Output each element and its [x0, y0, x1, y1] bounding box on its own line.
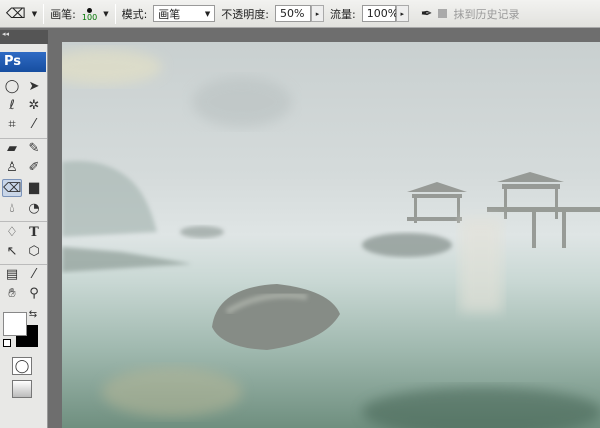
opacity-label: 不透明度: [221, 7, 270, 21]
far-island [62, 161, 157, 237]
document-canvas[interactable] [62, 42, 600, 428]
divider [0, 221, 47, 222]
lasso-icon[interactable]: ℓ [2, 97, 22, 115]
opacity-input[interactable]: 50% [275, 5, 312, 22]
chevron-down-icon: ▼ [204, 9, 211, 18]
divider [0, 138, 47, 139]
path-selection-icon[interactable]: ↖ [2, 243, 22, 261]
gradient-icon[interactable]: ▆ [24, 179, 44, 197]
flow-input[interactable]: 100% [361, 5, 399, 22]
healing-brush-icon[interactable]: ▰ [2, 140, 22, 158]
mode-label: 模式: [121, 7, 148, 21]
toolbox-header[interactable]: ◂◂ [0, 30, 48, 44]
eraser-icon[interactable]: ⌫ [2, 179, 22, 197]
quick-mask-icon[interactable]: ◯ [12, 357, 32, 375]
divider [114, 3, 116, 24]
brush-label: 画笔: [50, 7, 76, 21]
zoom-icon[interactable]: ⚲ [24, 285, 44, 303]
chevron-down-icon[interactable]: ▼ [32, 10, 37, 18]
type-icon[interactable]: T [24, 224, 44, 242]
hand-icon[interactable]: ✋︎ [2, 285, 22, 303]
flow-slider-button[interactable]: ▸ [395, 5, 409, 22]
chevron-down-icon[interactable]: ▼ [103, 10, 108, 18]
blur-icon[interactable]: 💧︎ [2, 200, 22, 218]
photoshop-logo: Ps [0, 52, 46, 72]
foreground-color-swatch[interactable] [3, 312, 27, 336]
eraser-tool-preset-icon[interactable]: ⌫ [6, 6, 26, 22]
default-colors-icon[interactable] [3, 339, 11, 347]
swap-colors-icon[interactable]: ⇆ [26, 306, 40, 324]
move-tool-icon[interactable]: ➤ [24, 78, 44, 96]
brush-picker[interactable]: 100 [82, 6, 97, 22]
crop-icon[interactable]: ⌗ [2, 116, 22, 134]
opacity-value: 50% [280, 7, 305, 20]
pen-icon[interactable]: ♢ [2, 224, 22, 242]
erase-to-history-label: 抹到历史记录 [453, 7, 520, 21]
mode-value: 画笔 [158, 7, 181, 21]
elliptical-marquee-icon[interactable]: ◯ [2, 78, 22, 96]
eyedropper-icon[interactable]: ⁄ [24, 266, 44, 284]
brush-icon[interactable]: ✎ [24, 140, 44, 158]
divider [0, 264, 47, 265]
notes-icon[interactable]: ▤ [2, 266, 22, 284]
flow-value: 100% [366, 7, 399, 20]
shape-icon[interactable]: ⬡ [24, 243, 44, 261]
mode-select[interactable]: 画笔 ▼ [153, 5, 216, 22]
dodge-icon[interactable]: ◔ [24, 200, 44, 218]
clone-stamp-icon[interactable]: ♙ [2, 159, 22, 177]
flow-label: 流量: [330, 7, 356, 21]
slice-icon[interactable]: ⁄ [24, 116, 44, 134]
erase-to-history-checkbox[interactable] [438, 9, 448, 18]
divider [43, 3, 45, 24]
opacity-slider-button[interactable]: ▸ [311, 5, 325, 22]
screen-mode-icon[interactable] [12, 380, 32, 398]
brush-size: 100 [81, 12, 98, 22]
airbrush-icon[interactable]: ✒ [421, 6, 433, 22]
history-brush-icon[interactable]: ✐ [24, 159, 44, 177]
toolbox: Ps ◯ ➤ ℓ ✲ ⌗ ⁄ ▰ ✎ ♙ ✐ ⌫ ▆ 💧︎ ◔ ♢ T ↖ ⬡ … [0, 44, 48, 428]
misty-lake-photo [62, 49, 600, 428]
magic-wand-icon[interactable]: ✲ [24, 97, 44, 115]
options-bar: ⌫ ▼ 画笔: 100 ▼ 模式: 画笔 ▼ 不透明度: 50% ▸ 流量: 100%… [0, 0, 600, 28]
